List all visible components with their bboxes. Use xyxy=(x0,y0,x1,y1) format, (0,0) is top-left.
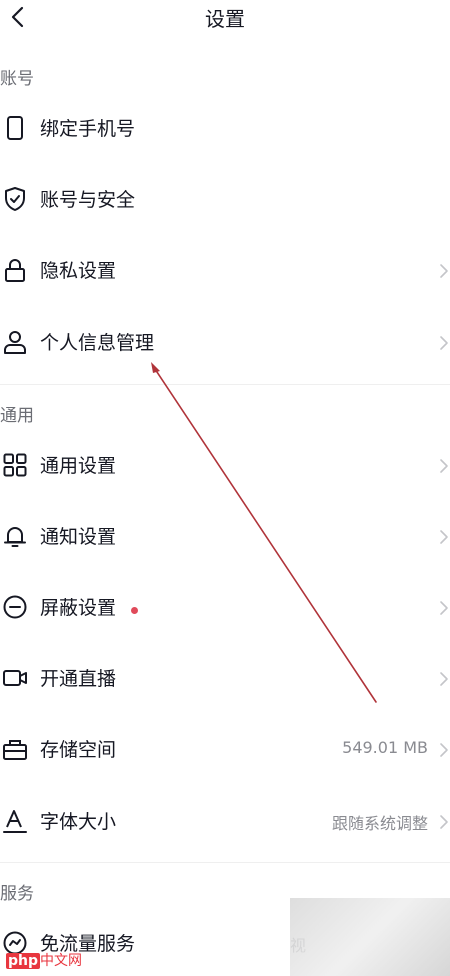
settings-item-bind-phone[interactable]: 绑定手机号 xyxy=(0,101,450,161)
settings-item-label: 通知设置 xyxy=(40,526,117,548)
settings-item-label: 账号与安全 xyxy=(40,189,136,211)
watermark-text: 中文网 xyxy=(40,953,83,969)
video-camera-icon xyxy=(3,670,27,686)
chevron-right-icon xyxy=(440,459,448,473)
settings-item-label: 个人信息管理 xyxy=(40,332,155,354)
settings-item-personal-info[interactable]: 个人信息管理 xyxy=(0,315,450,375)
storage-value: 549.01 MB xyxy=(342,738,428,757)
chevron-right-icon xyxy=(440,336,448,350)
settings-item-font-size[interactable]: 字体大小 跟随系统调整 xyxy=(0,794,450,854)
settings-item-general[interactable]: 通用设置 xyxy=(0,438,450,498)
chevron-right-icon xyxy=(440,530,448,544)
person-icon xyxy=(4,331,26,354)
settings-item-account-security[interactable]: 账号与安全 xyxy=(0,172,450,232)
settings-item-live[interactable]: 开通直播 xyxy=(0,651,450,711)
notification-dot xyxy=(131,607,138,614)
bell-icon xyxy=(4,527,26,547)
section-header-services: 服务 xyxy=(0,884,34,904)
settings-item-notifications[interactable]: 通知设置 xyxy=(0,509,450,569)
font-size-icon xyxy=(3,810,27,833)
chevron-right-icon xyxy=(440,815,448,829)
settings-item-label: 开通直播 xyxy=(40,668,117,690)
header-bar: 设置 xyxy=(0,0,450,34)
section-divider xyxy=(0,862,450,863)
phone-icon xyxy=(7,116,23,140)
settings-item-label: 隐私设置 xyxy=(40,260,117,282)
section-divider xyxy=(0,384,450,385)
settings-item-label: 绑定手机号 xyxy=(40,118,136,140)
settings-item-storage[interactable]: 存储空间 549.01 MB xyxy=(0,722,450,782)
chevron-right-icon xyxy=(440,601,448,615)
settings-item-label: 通用设置 xyxy=(40,455,117,477)
watermark-logo: php xyxy=(6,953,41,969)
lock-icon xyxy=(5,259,25,282)
section-header-general: 通用 xyxy=(0,406,34,426)
page-title: 设置 xyxy=(205,7,245,31)
storage-box-icon xyxy=(3,740,27,760)
settings-item-label: 字体大小 xyxy=(40,811,117,833)
section-header-account: 账号 xyxy=(0,69,34,89)
chevron-right-icon xyxy=(440,672,448,686)
grid-icon xyxy=(3,453,27,477)
font-size-value: 跟随系统调整 xyxy=(331,814,428,833)
shield-check-icon xyxy=(5,187,25,211)
settings-item-label: 存储空间 xyxy=(40,739,117,761)
settings-item-block[interactable]: 屏蔽设置 xyxy=(0,580,450,640)
watermark: php 中文网 xyxy=(6,950,82,970)
blurred-watermark-area xyxy=(290,898,450,976)
chevron-right-icon xyxy=(440,743,448,757)
chevron-right-icon xyxy=(440,264,448,278)
settings-item-privacy[interactable]: 隐私设置 xyxy=(0,243,450,303)
settings-item-label: 屏蔽设置 xyxy=(40,597,117,619)
block-icon xyxy=(3,595,27,619)
